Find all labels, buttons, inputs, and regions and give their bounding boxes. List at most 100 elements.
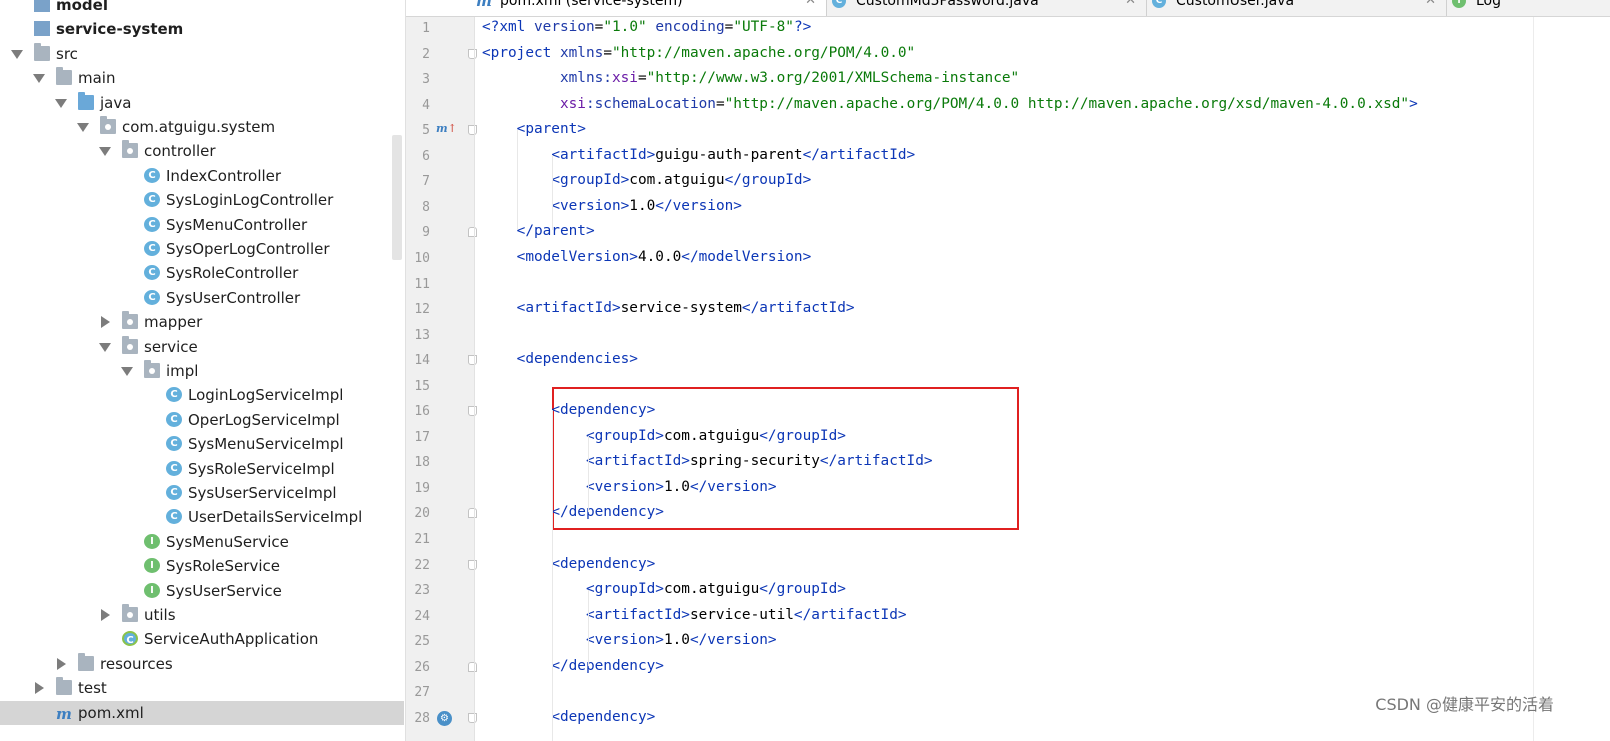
class-icon: C — [144, 192, 160, 208]
tree-item-sysmenuserviceimpl[interactable]: C SysMenuServiceImpl — [0, 432, 404, 456]
tree-item-pom-xml[interactable]: m pom.xml — [0, 700, 404, 725]
code-line-5[interactable]: <parent> — [482, 120, 586, 138]
code-editor[interactable]: m pom.xml (service-system) ✕ C CustomMd5Pass… — [405, 0, 1610, 741]
chevron-down-icon[interactable] — [33, 74, 45, 84]
tree-item-mapper[interactable]: mapper — [0, 310, 404, 334]
class-icon: C — [144, 265, 160, 281]
override-arrow-icon[interactable]: m↑ — [436, 122, 457, 135]
project-tree[interactable]: model service-system src main java com.atguig… — [0, 0, 404, 741]
code-line-3[interactable]: xmlns:xsi="http://www.w3.org/2001/XMLSch… — [482, 69, 1019, 87]
code-line-1[interactable]: <?xml version="1.0" encoding="UTF-8"?> — [482, 18, 811, 36]
editor-tab[interactable]: m pom.xml (service-system) ✕ — [406, 0, 826, 16]
tree-item-serviceauthapplication[interactable]: C ServiceAuthApplication — [0, 627, 404, 651]
tree-item-resources[interactable]: resources — [0, 652, 404, 676]
code-line-18[interactable]: <artifactId>spring-security</artifactId> — [482, 452, 933, 470]
tree-item-sysmenucontroller[interactable]: C SysMenuController — [0, 213, 404, 237]
tree-item-service[interactable]: service — [0, 335, 404, 359]
tree-item-sysmenuservice[interactable]: I SysMenuService — [0, 530, 404, 554]
close-icon[interactable]: ✕ — [1125, 0, 1136, 9]
tree-item-sysoperlogcontroller[interactable]: C SysOperLogController — [0, 237, 404, 261]
line-number: 14 — [414, 353, 430, 369]
tree-item-userdetailsserviceimpl[interactable]: C UserDetailsServiceImpl — [0, 505, 404, 529]
tree-item-sysuserserviceimpl[interactable]: C SysUserServiceImpl — [0, 481, 404, 505]
editor-tab[interactable]: C CustomUser.java ✕ — [1146, 0, 1446, 16]
close-icon[interactable]: ✕ — [805, 0, 816, 9]
code-line-10[interactable]: <modelVersion>4.0.0</modelVersion> — [482, 248, 812, 266]
chevron-down-icon[interactable] — [11, 49, 23, 59]
tree-item-operlogserviceimpl[interactable]: C OperLogServiceImpl — [0, 408, 404, 432]
code-line-2[interactable]: <project xmlns="http://maven.apache.org/… — [482, 44, 915, 62]
fold-close-icon[interactable] — [468, 661, 477, 672]
fold-open-icon[interactable] — [468, 48, 477, 59]
tree-item-label: SysLoginLogController — [166, 191, 334, 210]
chevron-down-icon[interactable] — [77, 123, 89, 132]
code-line-19[interactable]: <version>1.0</version> — [482, 478, 777, 496]
package-icon — [144, 360, 160, 378]
fold-open-icon[interactable] — [468, 125, 477, 136]
tree-item-impl[interactable]: impl — [0, 359, 404, 383]
class-icon: C — [166, 387, 182, 403]
chevron-down-icon[interactable] — [55, 98, 67, 108]
tree-item-utils[interactable]: utils — [0, 603, 404, 627]
code-line-22[interactable]: <dependency> — [482, 555, 655, 573]
line-number: 4 — [422, 97, 430, 113]
code-line-16[interactable]: <dependency> — [482, 401, 655, 419]
fold-close-icon[interactable] — [468, 508, 477, 519]
fold-open-icon[interactable] — [468, 355, 477, 366]
run-config-icon[interactable]: ⚙ — [437, 710, 452, 726]
chevron-down-icon[interactable] — [121, 367, 133, 376]
code-line-28[interactable]: <dependency> — [482, 708, 655, 726]
code-line-12[interactable]: <artifactId>service-system</artifactId> — [482, 299, 855, 317]
chevron-right-icon[interactable] — [57, 657, 66, 670]
editor-tab[interactable]: C CustomMd5Password.java ✕ — [826, 0, 1146, 16]
tree-item-sysloginlogcontroller[interactable]: C SysLoginLogController — [0, 188, 404, 212]
tree-item-main[interactable]: main — [0, 66, 404, 90]
tree-item-sysusercontroller[interactable]: C SysUserController — [0, 286, 404, 310]
code-line-14[interactable]: <dependencies> — [482, 350, 638, 368]
code-line-17[interactable]: <groupId>com.atguigu</groupId> — [482, 427, 846, 445]
code-line-23[interactable]: <groupId>com.atguigu</groupId> — [482, 580, 846, 598]
tree-item-indexcontroller[interactable]: C IndexController — [0, 164, 404, 188]
code-line-20[interactable]: </dependency> — [482, 503, 664, 521]
line-number: 22 — [414, 557, 430, 573]
fold-open-icon[interactable] — [468, 559, 477, 570]
tree-item-service-system[interactable]: service-system — [0, 17, 404, 41]
package-icon — [122, 140, 138, 159]
code-line-25[interactable]: <version>1.0</version> — [482, 631, 777, 649]
tree-item-label: service — [144, 337, 198, 356]
tree-item-sysuserservice[interactable]: I SysUserService — [0, 579, 404, 603]
tree-item-controller[interactable]: controller — [0, 139, 404, 163]
project-tree-scrollbar[interactable] — [392, 135, 402, 260]
code-line-4[interactable]: xsi:schemaLocation="http://maven.apache.… — [482, 95, 1418, 113]
chevron-down-icon[interactable] — [99, 342, 111, 352]
code-line-6[interactable]: <artifactId>guigu-auth-parent</artifactI… — [482, 146, 915, 164]
spring-app-icon: C — [122, 631, 138, 647]
chevron-down-icon[interactable] — [99, 147, 111, 157]
tree-item-loginlogserviceimpl[interactable]: C LoginLogServiceImpl — [0, 383, 404, 407]
code-line-9[interactable]: </parent> — [482, 222, 595, 240]
tree-item-com-atguigu-system[interactable]: com.atguigu.system — [0, 115, 404, 139]
tree-item-sysrolecontroller[interactable]: C SysRoleController — [0, 261, 404, 285]
tree-item-java[interactable]: java — [0, 91, 404, 115]
code-line-24[interactable]: <artifactId>service-util</artifactId> — [482, 606, 907, 624]
fold-close-icon[interactable] — [468, 227, 477, 238]
class-icon: C — [166, 485, 182, 500]
tree-item-src[interactable]: src — [0, 42, 404, 66]
tree-item-label: SysMenuController — [166, 215, 308, 234]
fold-open-icon[interactable] — [468, 712, 477, 723]
tree-item-sysroleservice[interactable]: I SysRoleService — [0, 554, 404, 578]
code-line-8[interactable]: <version>1.0</version> — [482, 197, 742, 215]
tree-item-sysroleserviceimpl[interactable]: C SysRoleServiceImpl — [0, 457, 404, 481]
chevron-right-icon[interactable] — [101, 609, 110, 621]
code-line-26[interactable]: </dependency> — [482, 657, 664, 675]
editor-tab[interactable]: I Log — [1446, 0, 1610, 16]
close-icon[interactable]: ✕ — [1425, 0, 1436, 9]
tree-item-label: SysUserService — [166, 581, 282, 600]
tree-item-test[interactable]: test — [0, 676, 404, 700]
tree-item-label: model — [56, 0, 108, 14]
chevron-right-icon[interactable] — [35, 682, 44, 695]
chevron-right-icon[interactable] — [101, 316, 110, 329]
code-line-7[interactable]: <groupId>com.atguigu</groupId> — [482, 171, 811, 189]
tree-item-model[interactable]: model — [0, 0, 404, 17]
fold-open-icon[interactable] — [468, 406, 477, 417]
